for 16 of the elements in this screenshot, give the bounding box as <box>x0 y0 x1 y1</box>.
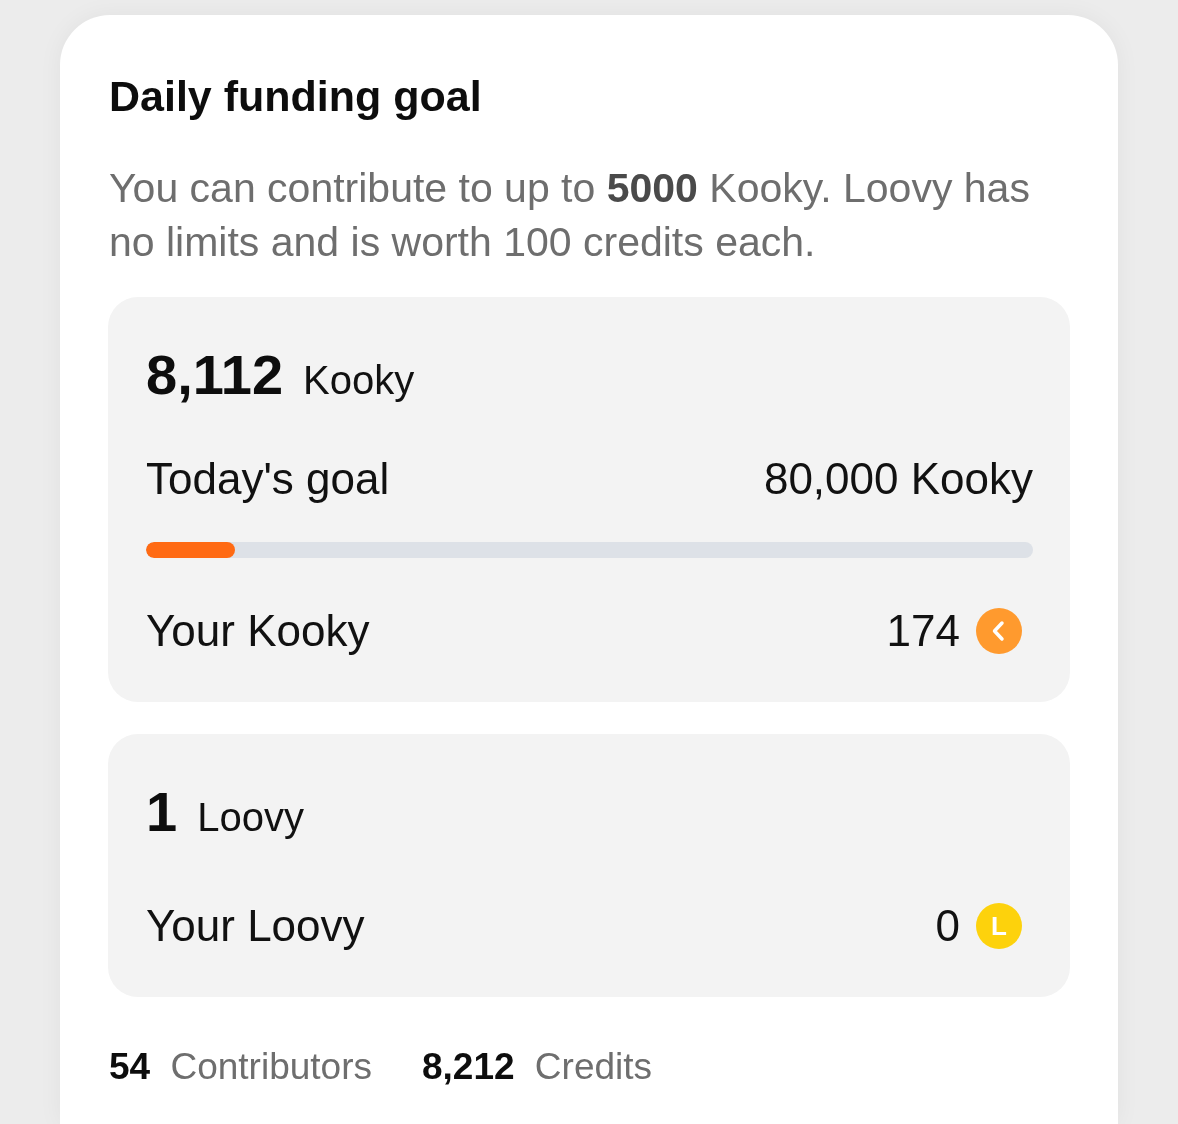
amount-value: 8,112 <box>146 345 284 405</box>
balance-value: 174 <box>886 608 960 654</box>
balance-value: 0 <box>935 903 960 949</box>
coin-chevron-icon <box>976 608 1022 654</box>
goal-label: Today's goal <box>146 456 390 502</box>
card-title: Daily funding goal <box>109 72 482 120</box>
stat-summary: 54 Contributors <box>109 1045 372 1089</box>
description: You can contribute to up to 5000 Kooky. Loovy has no limits and is worth 100 credits each. <box>109 164 1031 267</box>
balance-label: Your Kooky <box>146 608 370 654</box>
coin-badge: L <box>976 903 1022 949</box>
balance-label: Your Loovy <box>146 903 365 949</box>
amount-unit: Kooky <box>303 357 415 404</box>
amount-value: 1 <box>146 782 178 842</box>
stat-summary: 8,212 Credits <box>421 1045 653 1089</box>
amount-unit: Loovy <box>197 794 304 841</box>
goal-value: 80,000 Kooky <box>763 456 1033 502</box>
